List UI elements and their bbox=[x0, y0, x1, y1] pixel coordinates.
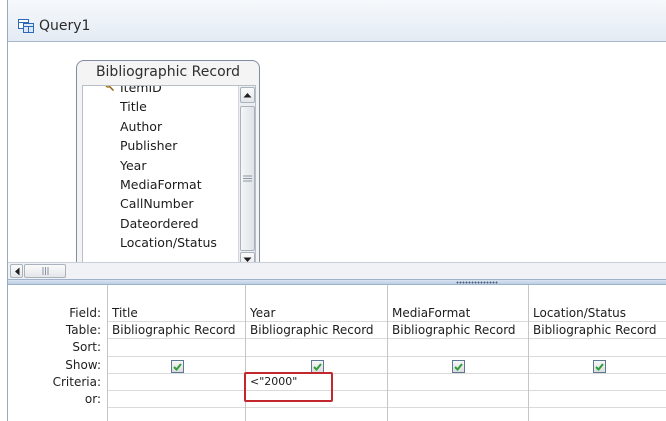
field-cell[interactable]: MediaFormat bbox=[388, 305, 470, 321]
grip-icon bbox=[243, 175, 252, 182]
query-design-window: Query1 Bibliographic Record ItemID Title… bbox=[7, 0, 666, 421]
field-item-author[interactable]: Author bbox=[83, 117, 233, 136]
splitter-grip-icon bbox=[456, 281, 498, 284]
table-cell[interactable]: Bibliographic Record bbox=[388, 322, 516, 338]
tab-query1[interactable]: Query1 bbox=[8, 10, 128, 42]
row-label-table: Table: bbox=[65, 323, 101, 337]
grid-column-location-status: Location/Status Bibliographic Record bbox=[528, 285, 666, 421]
row-label-field: Field: bbox=[69, 306, 101, 320]
table-cell[interactable]: Bibliographic Record bbox=[529, 322, 657, 338]
field-cell[interactable]: Location/Status bbox=[529, 305, 626, 321]
table-pane-horizontal-scrollbar[interactable] bbox=[8, 262, 666, 279]
criteria-cell[interactable]: <"2000" bbox=[246, 374, 297, 390]
field-list-box: ItemID Title Author Publisher Year Media… bbox=[82, 85, 256, 266]
grid-columns: Title Bibliographic Record Year Bibliogr… bbox=[107, 285, 666, 421]
check-icon bbox=[313, 362, 322, 371]
row-label-show: Show: bbox=[65, 358, 101, 372]
criteria-cell[interactable] bbox=[529, 374, 666, 390]
field-item-year[interactable]: Year bbox=[83, 156, 233, 175]
grid-column-mediaformat: MediaFormat Bibliographic Record bbox=[387, 285, 528, 421]
show-checkbox[interactable] bbox=[452, 360, 465, 373]
tab-title: Query1 bbox=[39, 18, 91, 34]
document-tab-bar: Query1 bbox=[8, 0, 666, 42]
check-icon bbox=[173, 362, 182, 371]
show-checkbox[interactable] bbox=[593, 360, 606, 373]
criteria-cell[interactable] bbox=[388, 374, 529, 390]
sort-cell[interactable] bbox=[388, 339, 529, 355]
field-list-items: ItemID Title Author Publisher Year Media… bbox=[83, 86, 233, 253]
field-cell[interactable]: Title bbox=[108, 305, 138, 321]
field-list-title[interactable]: Bibliographic Record bbox=[77, 64, 259, 80]
field-list-scrollbar[interactable] bbox=[238, 86, 255, 266]
criteria-cell[interactable] bbox=[108, 374, 246, 390]
field-item-location-status[interactable]: Location/Status bbox=[83, 233, 233, 252]
scroll-left-button[interactable] bbox=[10, 264, 23, 278]
field-list-bibliographic-record[interactable]: Bibliographic Record ItemID Title Author… bbox=[76, 60, 260, 267]
field-item-mediaformat[interactable]: MediaFormat bbox=[83, 175, 233, 194]
grid-row-labels: Field: Table: Sort: Show: Criteria: or: bbox=[8, 285, 107, 421]
check-icon bbox=[454, 362, 463, 371]
field-item-publisher[interactable]: Publisher bbox=[83, 136, 233, 155]
arrow-left-icon bbox=[14, 267, 19, 275]
grid-column-title: Title Bibliographic Record bbox=[107, 285, 245, 421]
scroll-thumb[interactable] bbox=[240, 106, 255, 251]
field-item-callnumber[interactable]: CallNumber bbox=[83, 194, 233, 213]
scroll-up-button[interactable] bbox=[240, 87, 255, 103]
table-cell[interactable]: Bibliographic Record bbox=[246, 322, 374, 338]
horizontal-scroll-thumb[interactable] bbox=[24, 264, 66, 278]
table-cell[interactable]: Bibliographic Record bbox=[108, 322, 236, 338]
check-icon bbox=[595, 362, 604, 371]
row-label-or: or: bbox=[84, 392, 101, 406]
field-cell[interactable]: Year bbox=[246, 305, 275, 321]
primary-key-icon bbox=[105, 86, 115, 92]
sort-cell[interactable] bbox=[529, 339, 666, 355]
show-checkbox[interactable] bbox=[311, 360, 324, 373]
or-cell[interactable] bbox=[388, 391, 529, 407]
show-checkbox[interactable] bbox=[171, 360, 184, 373]
field-item-dateordered[interactable]: Dateordered bbox=[83, 214, 233, 233]
or-cell[interactable] bbox=[529, 391, 666, 407]
or-cell[interactable] bbox=[246, 391, 388, 407]
table-pane: Bibliographic Record ItemID Title Author… bbox=[8, 43, 666, 267]
field-item-title[interactable]: Title bbox=[83, 97, 233, 116]
query-design-grid: Field: Table: Sort: Show: Criteria: or: … bbox=[8, 285, 666, 421]
grip-icon bbox=[42, 267, 48, 275]
sort-cell[interactable] bbox=[108, 339, 246, 355]
row-label-criteria: Criteria: bbox=[52, 375, 101, 389]
arrow-up-icon bbox=[243, 93, 252, 98]
grid-column-year: Year Bibliographic Record <"2000" bbox=[245, 285, 387, 421]
or-cell[interactable] bbox=[108, 391, 246, 407]
query-icon bbox=[18, 19, 34, 33]
row-label-sort: Sort: bbox=[72, 340, 101, 354]
sort-cell[interactable] bbox=[246, 339, 388, 355]
